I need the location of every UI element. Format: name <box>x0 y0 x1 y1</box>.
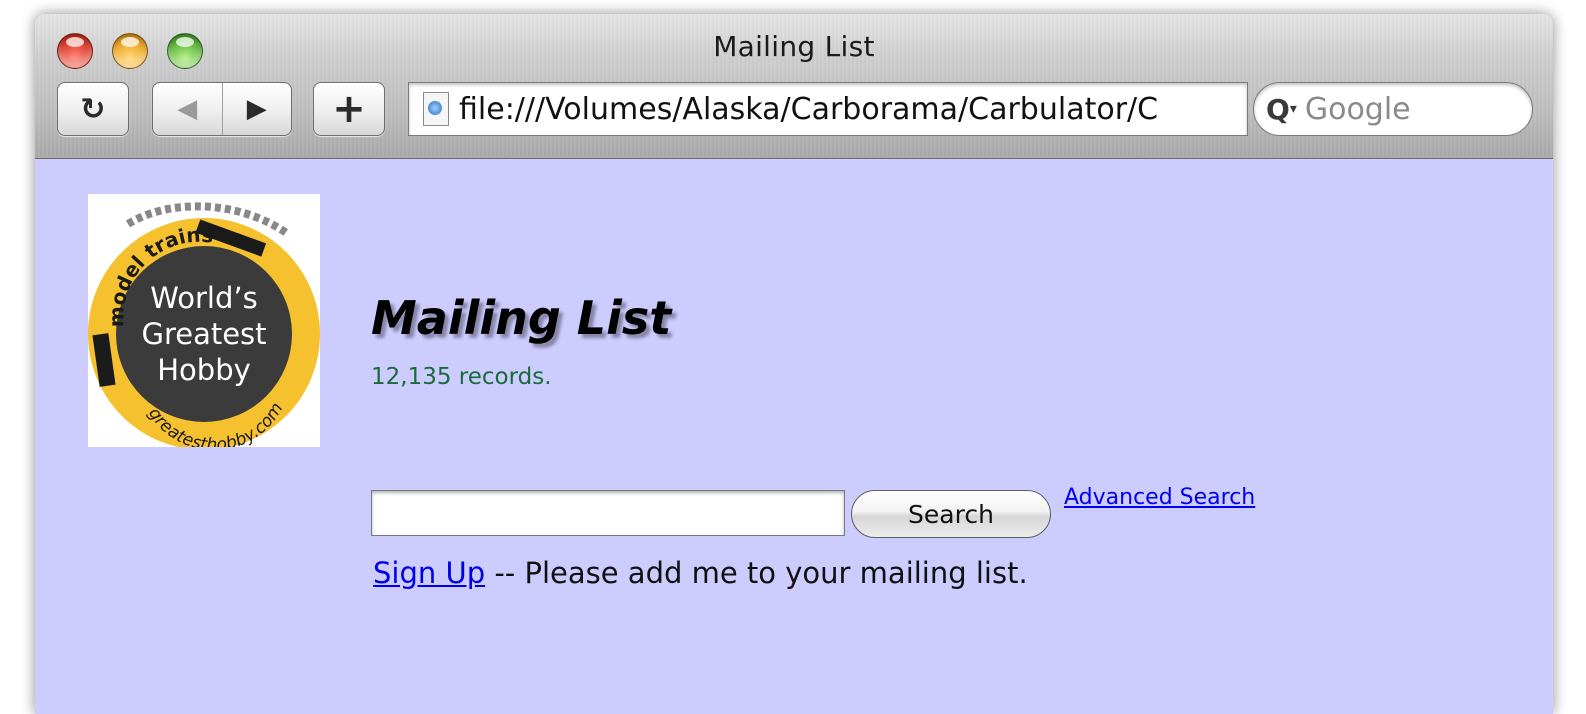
page-title: Mailing List <box>371 291 672 345</box>
add-bookmark-button[interactable]: + <box>313 82 385 136</box>
magnifier-icon: Q <box>1266 92 1290 126</box>
reload-button[interactable]: ↻ <box>57 82 129 136</box>
advanced-search-link[interactable]: Advanced Search <box>1064 485 1255 510</box>
signup-description: -- Please add me to your mailing list. <box>485 556 1028 590</box>
logo-graphic: model trains greatesthobby.com World’s G… <box>88 202 320 447</box>
logo-line-2: Greatest <box>141 317 266 351</box>
record-count: 12,135 records. <box>371 364 552 390</box>
forward-button[interactable]: ▶ <box>223 83 292 135</box>
forward-arrow-icon: ▶ <box>246 94 267 124</box>
address-bar[interactable]: file:///Volumes/Alaska/Carborama/Carbula… <box>408 82 1248 136</box>
search-button[interactable]: Search <box>851 490 1051 538</box>
plus-icon: + <box>332 86 366 132</box>
signup-link[interactable]: Sign Up <box>373 556 485 590</box>
title-bar: Mailing List ↻ ◀ ▶ + file:///Volumes/Ala… <box>35 14 1553 159</box>
back-button[interactable]: ◀ <box>153 83 223 135</box>
back-arrow-icon: ◀ <box>177 94 198 124</box>
back-forward-buttons: ◀ ▶ <box>152 82 292 136</box>
signup-line: Sign Up -- Please add me to your mailing… <box>373 556 1028 590</box>
web-search-field[interactable]: Q ▾ Google <box>1253 82 1533 136</box>
file-page-icon <box>423 92 449 126</box>
greatest-hobby-logo: model trains greatesthobby.com World’s G… <box>88 194 320 447</box>
logo-line-1: World’s <box>150 281 257 315</box>
search-menu-icon[interactable]: ▾ <box>1290 101 1297 117</box>
reload-icon: ↻ <box>80 91 106 127</box>
logo-line-3: Hobby <box>157 353 251 387</box>
search-input[interactable] <box>371 490 845 536</box>
page-content: model trains greatesthobby.com World’s G… <box>35 159 1553 714</box>
window-title: Mailing List <box>713 30 875 63</box>
browser-window: Mailing List ↻ ◀ ▶ + file:///Volumes/Ala… <box>35 14 1553 714</box>
address-text: file:///Volumes/Alaska/Carborama/Carbula… <box>459 91 1159 127</box>
search-placeholder: Google <box>1304 91 1411 127</box>
